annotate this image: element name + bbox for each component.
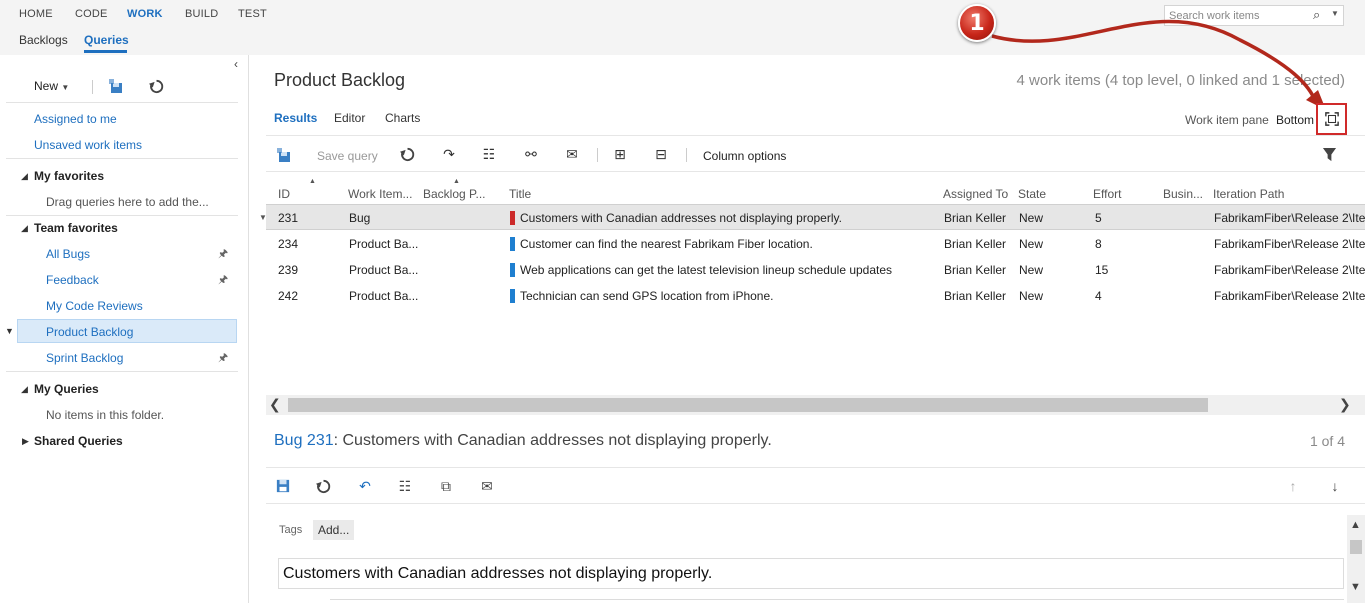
annotation-arrow — [991, 19, 1326, 110]
numbered-callout-badge: 1 — [958, 4, 996, 42]
maximize-icon[interactable] — [1325, 112, 1339, 126]
callout-number: 1 — [969, 10, 985, 36]
maximize-pane-button[interactable] — [1316, 103, 1347, 135]
